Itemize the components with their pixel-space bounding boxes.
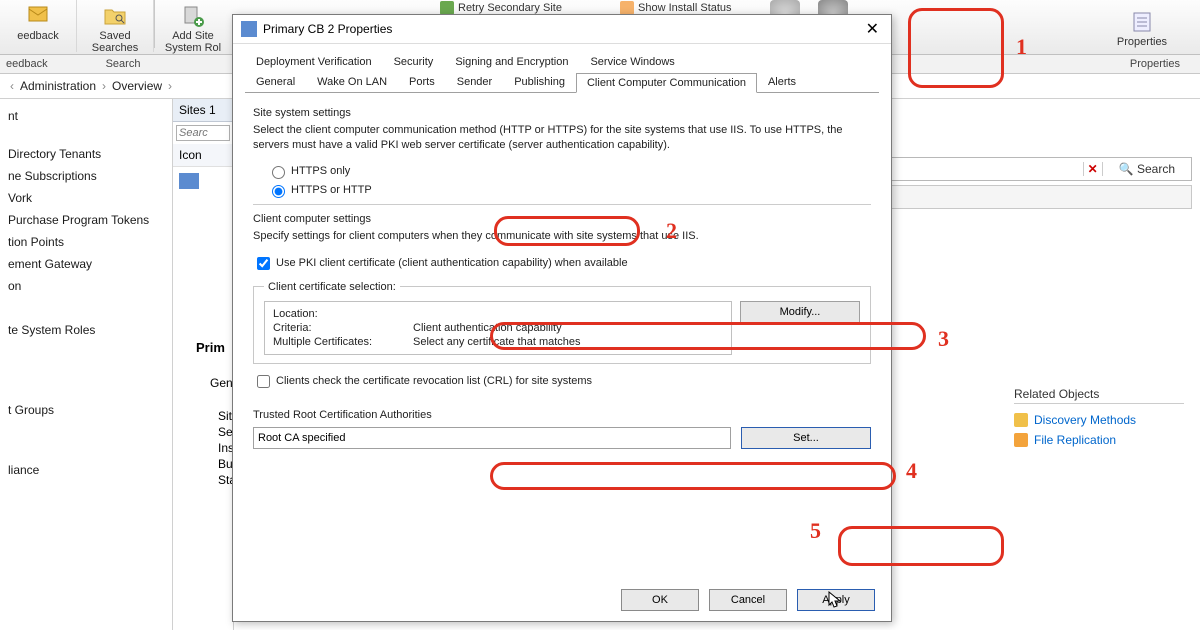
- search-group: Search: [66, 58, 159, 70]
- tab-ports[interactable]: Ports: [398, 72, 446, 92]
- rootca-field[interactable]: [253, 427, 731, 449]
- site-icon[interactable]: [179, 173, 199, 189]
- detail-general: Gen: [210, 376, 233, 390]
- breadcrumb-overview[interactable]: Overview: [112, 79, 162, 93]
- tab-security[interactable]: Security: [383, 52, 445, 72]
- breadcrumb-admin[interactable]: Administration: [20, 79, 96, 93]
- tab-wol[interactable]: Wake On LAN: [306, 72, 398, 92]
- cert-multi-value: Select any certificate that matches: [413, 336, 723, 348]
- radio-https-or-http-input[interactable]: [272, 185, 285, 198]
- client-cert-selection: Client certificate selection: Modify... …: [253, 281, 871, 364]
- related-replication[interactable]: File Replication: [1014, 430, 1184, 450]
- cert-location-label: Location:: [273, 308, 413, 320]
- nav-item[interactable]: Directory Tenants: [0, 143, 172, 165]
- folder-search-icon: [103, 4, 127, 28]
- dialog-icon: [241, 21, 257, 37]
- tab-sender[interactable]: Sender: [446, 72, 503, 92]
- dialog-title: Primary CB 2 Properties: [263, 22, 392, 36]
- tab-general[interactable]: General: [245, 72, 306, 92]
- dialog-tabs[interactable]: Deployment Verification Security Signing…: [233, 44, 891, 92]
- properties-label: Properties: [1117, 36, 1167, 48]
- related-objects: Related Objects Discovery Methods File R…: [1014, 387, 1184, 450]
- properties-icon: [1130, 10, 1154, 34]
- cert-details: Location: Criteria:Client authentication…: [264, 301, 732, 355]
- tab-alerts[interactable]: Alerts: [757, 72, 807, 92]
- ok-button[interactable]: OK: [621, 589, 699, 611]
- site-system-settings-title: Site system settings: [253, 107, 871, 119]
- tab-deployment[interactable]: Deployment Verification: [245, 52, 383, 72]
- sites-search-input[interactable]: [176, 125, 230, 141]
- icon-column-header[interactable]: Icon: [173, 144, 233, 167]
- addsite-label: Add Site System Rol: [165, 30, 221, 54]
- nav-item[interactable]: nt: [0, 105, 172, 127]
- mouse-cursor: [828, 591, 842, 609]
- cert-legend: Client certificate selection:: [264, 281, 400, 293]
- chk-crl[interactable]: Clients check the certificate revocation…: [253, 372, 871, 391]
- nav-item[interactable]: Purchase Program Tokens: [0, 209, 172, 231]
- feedback-icon: [26, 4, 50, 28]
- saved-label: Saved Searches: [92, 30, 138, 54]
- modify-button[interactable]: Modify...: [740, 301, 860, 323]
- properties-button[interactable]: Properties: [1094, 6, 1190, 58]
- feedback-label: eedback: [17, 30, 59, 42]
- tab-client-comm[interactable]: Client Computer Communication: [576, 73, 757, 93]
- radio-https-or-http[interactable]: HTTPS or HTTP: [267, 182, 871, 198]
- properties-dialog: Primary CB 2 Properties ✕ Deployment Ver…: [232, 14, 892, 622]
- radio-https-only-input[interactable]: [272, 166, 285, 179]
- dialog-body: Site system settings Select the client c…: [233, 93, 891, 459]
- properties-group: Properties: [1124, 58, 1200, 70]
- tab-signing[interactable]: Signing and Encryption: [444, 52, 579, 72]
- sites-panel: Sites 1 Icon: [173, 99, 234, 630]
- set-button[interactable]: Set...: [741, 427, 871, 449]
- sites-header: Sites 1: [173, 99, 233, 122]
- cert-criteria-value: Client authentication capability: [413, 322, 723, 334]
- cert-criteria-label: Criteria:: [273, 322, 413, 334]
- nav-item[interactable]: ement Gateway: [0, 253, 172, 275]
- related-discovery[interactable]: Discovery Methods: [1014, 410, 1184, 430]
- chk-use-pki-input[interactable]: [257, 257, 270, 270]
- client-settings-desc: Specify settings for client computers wh…: [253, 229, 871, 244]
- add-site-role-button[interactable]: Add Site System Rol: [155, 0, 231, 52]
- chk-crl-input[interactable]: [257, 375, 270, 388]
- cert-multi-label: Multiple Certificates:: [273, 336, 413, 348]
- nav-item[interactable]: liance: [0, 459, 172, 481]
- close-icon[interactable]: ✕: [862, 19, 883, 39]
- nav-item[interactable]: ne Subscriptions: [0, 165, 172, 187]
- tab-service-windows[interactable]: Service Windows: [579, 52, 685, 72]
- search-button[interactable]: 🔍 Search: [1103, 162, 1191, 176]
- detail-title: Prim: [196, 340, 225, 355]
- nav-item[interactable]: t Groups: [0, 399, 172, 421]
- feedback-group: eedback: [0, 58, 66, 70]
- nav-item[interactable]: tion Points: [0, 231, 172, 253]
- related-title: Related Objects: [1014, 387, 1184, 404]
- trusted-root-title: Trusted Root Certification Authorities: [253, 409, 871, 421]
- dialog-titlebar[interactable]: Primary CB 2 Properties ✕: [233, 15, 891, 44]
- nav-item[interactable]: te System Roles: [0, 319, 172, 341]
- cert-location-value: [413, 308, 723, 320]
- saved-searches-button[interactable]: Saved Searches: [77, 0, 154, 52]
- client-settings-title: Client computer settings: [253, 213, 871, 225]
- nav-item[interactable]: Vork: [0, 187, 172, 209]
- chk-use-pki[interactable]: Use PKI client certificate (client authe…: [253, 254, 871, 273]
- clear-search-icon[interactable]: ✕: [1083, 162, 1103, 176]
- feedback-button[interactable]: eedback: [0, 0, 77, 52]
- sites-search[interactable]: [173, 122, 233, 144]
- cancel-button[interactable]: Cancel: [709, 589, 787, 611]
- server-add-icon: [181, 4, 205, 28]
- tab-publishing[interactable]: Publishing: [503, 72, 576, 92]
- radio-https-only[interactable]: HTTPS only: [267, 163, 871, 179]
- left-nav[interactable]: nt Directory Tenants ne Subscriptions Vo…: [0, 99, 173, 630]
- nav-item[interactable]: on: [0, 275, 172, 297]
- site-system-desc: Select the client computer communication…: [253, 123, 871, 153]
